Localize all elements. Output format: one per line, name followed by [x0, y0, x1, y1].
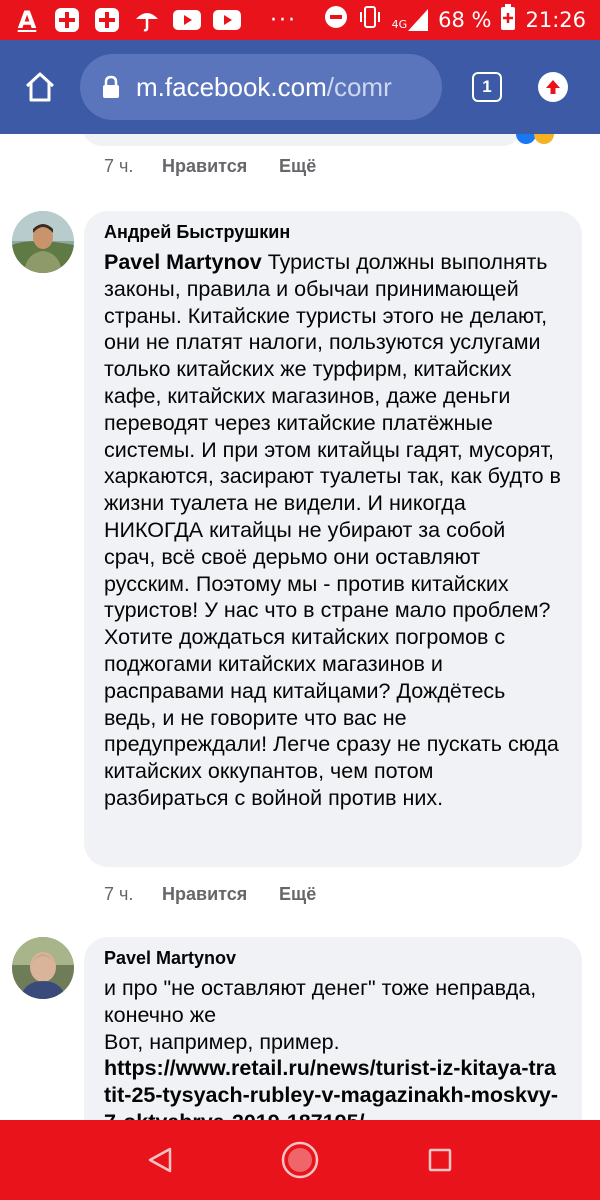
youtube-icon [172, 7, 202, 33]
recents-button[interactable] [415, 1135, 465, 1185]
comment-text: Pavel Martynov Туристы должны выполнять … [104, 250, 561, 810]
update-button[interactable] [538, 72, 568, 102]
recents-square-icon [428, 1148, 452, 1172]
home-icon [25, 72, 55, 102]
mention-link[interactable]: Pavel Martynov [104, 250, 262, 274]
home-nav-button[interactable] [275, 1135, 325, 1185]
avatar[interactable] [12, 211, 74, 273]
battery-icon [501, 4, 516, 36]
system-navigation-bar [0, 1120, 600, 1200]
like-button[interactable]: Нравится [162, 156, 279, 177]
app-notification-icon [92, 7, 122, 33]
like-button[interactable]: Нравится [162, 884, 279, 905]
article-link[interactable]: https://www.retail.ru/news/turist-iz-kit… [104, 1055, 562, 1120]
arrow-up-icon [546, 80, 560, 94]
battery-percent: 68 % [438, 8, 492, 32]
comment-author[interactable]: Pavel Martynov [104, 947, 562, 969]
more-button[interactable]: Ещё [279, 156, 316, 177]
comment-time[interactable]: 7 ч. [104, 884, 162, 905]
comment-actions: 7 ч. Нравится Ещё [104, 884, 316, 905]
more-notifications-icon: ··· [270, 7, 297, 33]
app-notification-icon [52, 7, 82, 33]
previous-comment-bubble [82, 134, 522, 146]
comment-author[interactable]: Андрей Быструшкин [104, 221, 562, 243]
back-button[interactable] [135, 1135, 185, 1185]
home-button[interactable] [14, 61, 66, 113]
clock: 21:26 [525, 8, 586, 32]
comment-bubble: Андрей Быструшкин Pavel Martynov Туристы… [84, 211, 582, 867]
vibrate-icon [358, 5, 382, 35]
comment-actions: 7 ч. Нравится Ещё [104, 156, 316, 177]
comments-feed: 7 ч. Нравится Ещё Андрей Быструшкин Pave… [0, 134, 600, 1120]
url-text: m.facebook.com/comr [136, 71, 392, 102]
browser-toolbar: m.facebook.com/comr 1 [0, 40, 600, 134]
avatar[interactable] [12, 937, 74, 999]
address-bar[interactable]: m.facebook.com/comr [80, 54, 442, 120]
comment-text: и про "не оставляют денег" тоже неправда… [104, 975, 562, 1120]
status-bar: A ··· 4G 68 % 21:26 [0, 0, 600, 40]
umbrella-icon [132, 7, 162, 33]
reactions-icon[interactable] [512, 134, 562, 144]
comment-bubble: Pavel Martynov и про "не оставляют денег… [84, 937, 582, 1120]
signal-icon: 4G [392, 9, 429, 31]
more-button[interactable]: Ещё [279, 884, 316, 905]
tab-switcher-button[interactable]: 1 [472, 72, 502, 102]
comment-time[interactable]: 7 ч. [104, 156, 162, 177]
bank-app-icon: A [17, 6, 37, 34]
back-triangle-icon [148, 1147, 172, 1173]
lock-icon [103, 75, 119, 98]
home-circle-icon [281, 1141, 319, 1179]
youtube-icon [212, 7, 242, 33]
dnd-icon [324, 5, 348, 35]
